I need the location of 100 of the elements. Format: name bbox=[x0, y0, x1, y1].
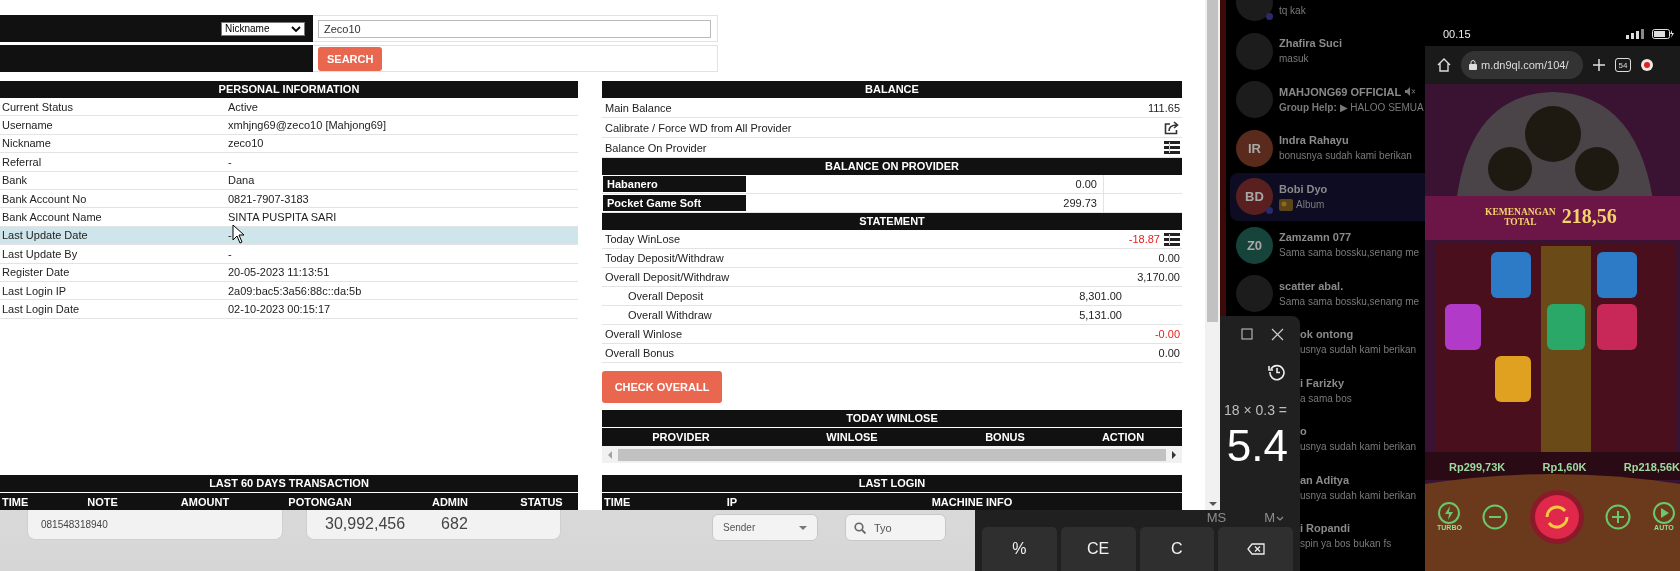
field-label: Calibrate / Force WD from All Provider bbox=[605, 121, 792, 134]
plus-button[interactable] bbox=[1605, 504, 1632, 530]
section-header: STATEMENT bbox=[602, 213, 1182, 230]
column-header: PROVIDER bbox=[651, 431, 711, 443]
column-header: STATUS bbox=[519, 495, 564, 508]
contact-name: i Farizky bbox=[1300, 375, 1345, 391]
chat-item[interactable]: scatter abal. Sama sama bossku,senang me bbox=[1230, 269, 1425, 318]
field-value: 111.65 bbox=[1148, 101, 1180, 114]
field-value: 0821-7907-3183 bbox=[228, 192, 309, 205]
field-value: Active bbox=[228, 100, 258, 113]
field-label: Last Login Date bbox=[1, 303, 81, 315]
auto-icon bbox=[1651, 502, 1676, 524]
contact-name: o bbox=[1300, 424, 1307, 440]
backspace-icon bbox=[1246, 543, 1265, 555]
field-value: 0.00 bbox=[1158, 252, 1180, 264]
backspace-button[interactable] bbox=[1218, 527, 1293, 571]
chat-item[interactable]: MAHJONG69 OFFICIAL Group Help: ▶ HALOO SEMUA bbox=[1230, 75, 1425, 124]
provider-name: Habanero bbox=[602, 175, 747, 193]
search-icon bbox=[854, 521, 866, 534]
memory-button[interactable]: M bbox=[1264, 511, 1284, 525]
phone-field[interactable]: 081548318940 bbox=[27, 510, 283, 540]
plus-icon[interactable] bbox=[1593, 59, 1605, 71]
chat-item[interactable]: o usnya sudah kami berikan bbox=[1300, 415, 1425, 464]
message-preview: usnya sudah kami berikan bbox=[1300, 440, 1417, 455]
section-header: PERSONAL INFORMATION bbox=[0, 81, 578, 98]
info-row[interactable]: Last Login Date 02-10-2023 00:15:17 bbox=[0, 300, 578, 319]
field-label: Overall Deposit/Withdraw bbox=[605, 271, 731, 283]
field-value: 5,131.00 bbox=[1079, 309, 1122, 321]
message-preview: a sama bos bbox=[1300, 391, 1352, 406]
filter-dropdown[interactable]: Nickname bbox=[221, 21, 305, 36]
spin-button[interactable] bbox=[1528, 489, 1585, 545]
minus-button[interactable] bbox=[1482, 504, 1509, 530]
sender-dropdown[interactable]: Sender bbox=[712, 514, 818, 541]
address-bar[interactable]: m.dn9ql.com/104/ bbox=[1461, 51, 1583, 79]
clock-text: 00.15 bbox=[1443, 28, 1471, 40]
home-icon[interactable] bbox=[1437, 58, 1451, 72]
search-value: Tyo bbox=[874, 521, 892, 534]
maximize-icon[interactable] bbox=[1241, 328, 1253, 340]
contact-name: ok ontong bbox=[1300, 327, 1354, 343]
info-row[interactable]: Last Login IP 2a09:bac5:3a56:88c::da:5b bbox=[0, 281, 578, 301]
field-value: 02-10-2023 00:15:17 bbox=[228, 303, 331, 315]
memory-button[interactable]: MS bbox=[1206, 511, 1227, 525]
field-label: Nickname bbox=[1, 137, 52, 150]
list-icon[interactable] bbox=[1164, 232, 1180, 246]
tab-count-button[interactable]: 54 bbox=[1615, 58, 1631, 72]
info-row[interactable]: Register Date 20-05-2023 11:13:51 bbox=[0, 263, 578, 282]
field-label: Bank Account Name bbox=[1, 211, 103, 224]
field-value: - bbox=[228, 247, 232, 260]
info-row[interactable]: Bank Account No 0821-7907-3183 bbox=[0, 189, 578, 209]
key-button[interactable]: CE bbox=[1060, 527, 1136, 571]
chat-item[interactable]: i Ropandi spin ya bos bukan fs bbox=[1300, 512, 1425, 561]
info-row[interactable]: Current Status Active bbox=[0, 98, 578, 117]
cursor-icon bbox=[232, 224, 246, 244]
column-header: NOTE bbox=[86, 495, 119, 508]
field-label: Overall Deposit bbox=[628, 290, 705, 302]
balance-value: Rp1,60K bbox=[1542, 461, 1587, 473]
section-header: BALANCE bbox=[602, 81, 1182, 98]
field-value: 8,301.00 bbox=[1079, 290, 1122, 302]
info-row[interactable]: Referral - bbox=[0, 153, 578, 172]
share-icon[interactable] bbox=[1164, 120, 1180, 135]
spin-icon bbox=[1528, 489, 1585, 545]
contact-name: Bobi Dyo bbox=[1279, 181, 1328, 197]
field-label: Username bbox=[1, 119, 54, 132]
search-input[interactable]: Zeco10 bbox=[318, 19, 711, 38]
chat-item[interactable]: IR Indra Rahayu bonusnya sudah kami berikan bbox=[1230, 124, 1425, 173]
chat-item[interactable]: i Farizky a sama bos bbox=[1300, 366, 1425, 415]
info-row[interactable]: Bank Account Name SINTA PUSPITA SARI bbox=[0, 208, 578, 227]
list-icon[interactable] bbox=[1164, 141, 1180, 154]
chat-item[interactable]: ok ontong usnya sudah kami berikan bbox=[1300, 318, 1425, 367]
info-row[interactable]: Username xmhjng69@zeco10 [Mahjong69] bbox=[0, 116, 578, 135]
result-display: 5.4 bbox=[1226, 421, 1288, 470]
search-field[interactable]: Tyo bbox=[845, 514, 946, 541]
info-row[interactable]: Last Update By - bbox=[0, 245, 578, 264]
info-row[interactable]: Nickname zeco10 bbox=[0, 134, 578, 154]
win-label: TOTAL bbox=[1504, 216, 1537, 227]
close-icon[interactable] bbox=[1271, 327, 1284, 341]
contact-name: Zhafira Suci bbox=[1279, 36, 1342, 52]
chat-item[interactable]: an Aditya usnya sudah kami berikan bbox=[1300, 463, 1425, 512]
message-preview: bonusnya sudah kami berikan bbox=[1279, 149, 1412, 164]
contact-name: scatter abal. bbox=[1279, 278, 1344, 294]
message-preview: usnya sudah kami berikan bbox=[1300, 343, 1417, 358]
chat-item[interactable]: Z0 Zamzamn 077 Sama sama bossku,senang me bbox=[1230, 221, 1425, 270]
field-label: Last Login IP bbox=[1, 284, 68, 297]
balance-value: Rp218,56K bbox=[1623, 461, 1680, 473]
chat-item[interactable]: Zhafira Suci masuk bbox=[1230, 27, 1425, 76]
history-icon[interactable] bbox=[1268, 363, 1286, 381]
vertical-scrollbar[interactable] bbox=[1205, 0, 1220, 510]
column-header: MACHINE INFO bbox=[930, 495, 1014, 508]
horizontal-scrollbar[interactable] bbox=[602, 446, 1182, 463]
provider-name: Pocket Game Soft bbox=[602, 194, 747, 212]
key-button[interactable]: % bbox=[982, 527, 1057, 571]
profile-icon[interactable] bbox=[1641, 59, 1653, 71]
chat-item[interactable]: tq kak bbox=[1230, 0, 1425, 27]
field-value: 3,170.00 bbox=[1137, 271, 1180, 283]
column-header: AMOUNT bbox=[179, 495, 231, 508]
field-value: -0.00 bbox=[1154, 328, 1180, 340]
key-button[interactable]: C bbox=[1139, 527, 1215, 571]
chat-item[interactable]: BD Bobi Dyo Album bbox=[1230, 172, 1425, 221]
info-row[interactable]: Bank Dana bbox=[0, 171, 578, 190]
field-value: - bbox=[228, 229, 232, 242]
